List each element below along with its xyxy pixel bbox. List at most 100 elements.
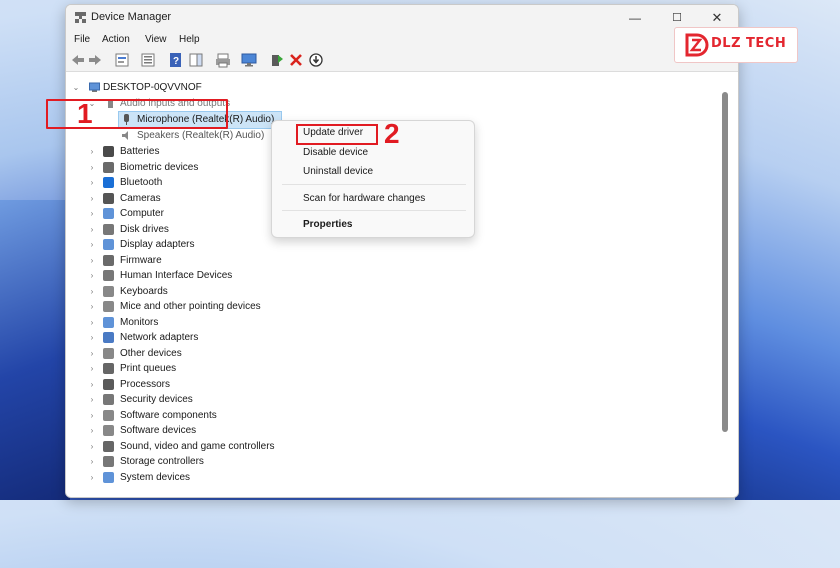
chevron-right-icon[interactable]: ›	[88, 361, 96, 376]
step1-number: 1	[77, 98, 93, 129]
forward-icon[interactable]	[87, 52, 103, 68]
tree-root-label: DESKTOP-0QVVNOF	[103, 82, 202, 93]
computer-icon	[89, 82, 100, 92]
chevron-right-icon[interactable]: ›	[88, 191, 96, 206]
tree-item-label: Software devices	[120, 425, 197, 436]
keyboard-icon	[103, 285, 114, 297]
display-adapter-icon	[103, 239, 114, 250]
help-icon[interactable]: ?	[168, 52, 184, 68]
sound-controller-icon	[103, 440, 114, 452]
bluetooth-icon	[103, 177, 114, 188]
tree-item-label: Human Interface Devices	[120, 270, 233, 281]
scrollbar[interactable]	[720, 92, 730, 432]
minimize-button[interactable]: —	[614, 5, 656, 31]
ctx-scan-hardware[interactable]: Scan for hardware changes	[303, 191, 425, 207]
tree-item-label: Security devices	[120, 394, 193, 405]
monitor-icon[interactable]	[241, 52, 257, 68]
chevron-right-icon[interactable]: ›	[88, 377, 96, 392]
properties-icon[interactable]	[114, 52, 130, 68]
scrollbar-thumb[interactable]	[722, 92, 728, 432]
tree-item-label: Bluetooth	[120, 177, 163, 188]
chevron-right-icon[interactable]: ›	[88, 144, 96, 159]
speaker-icon	[122, 131, 128, 140]
show-hidden-icon[interactable]	[140, 52, 156, 68]
tree-item-label: Cameras	[120, 192, 161, 204]
network-adapter-icon	[103, 332, 114, 343]
storage-controller-icon	[103, 456, 114, 467]
ctx-properties[interactable]: Properties	[303, 217, 352, 233]
dlz-logo-text: DLZ TECH	[711, 36, 787, 51]
other-devices-icon	[103, 347, 114, 359]
ctx-separator	[282, 184, 466, 185]
dlz-logo-icon	[685, 33, 709, 57]
chevron-right-icon[interactable]: ›	[88, 470, 96, 485]
processor-icon	[103, 378, 114, 390]
tree-item-label: Print queues	[120, 363, 177, 374]
back-icon[interactable]	[70, 52, 86, 68]
chevron-right-icon[interactable]: ›	[88, 423, 96, 438]
chevron-right-icon[interactable]: ›	[88, 439, 96, 454]
window-title: Device Manager	[91, 11, 172, 23]
ctx-uninstall-device[interactable]: Uninstall device	[303, 164, 373, 180]
chevron-right-icon[interactable]: ›	[88, 454, 96, 469]
tree-item-label: Batteries	[120, 146, 160, 157]
system-device-icon	[103, 471, 114, 483]
print-icon[interactable]	[215, 52, 231, 68]
chevron-right-icon[interactable]: ›	[88, 206, 96, 221]
scan-icon[interactable]	[308, 52, 324, 68]
menu-bar: File Action View Help	[66, 31, 738, 49]
chevron-right-icon[interactable]: ›	[88, 346, 96, 361]
svg-text:?: ?	[173, 56, 179, 67]
security-device-icon	[103, 394, 114, 405]
menu-file[interactable]: File	[74, 34, 90, 45]
menu-help[interactable]: Help	[179, 34, 200, 45]
tree-item-label: Sound, video and game controllers	[120, 440, 275, 452]
chevron-right-icon[interactable]: ›	[88, 268, 96, 283]
uninstall-icon[interactable]	[288, 52, 304, 68]
tree-item-label: Monitors	[120, 316, 159, 328]
device-manager-icon	[75, 12, 86, 23]
disk-drive-icon	[103, 223, 114, 235]
device-manager-window: Device Manager — ☐ ✕ File Action View He…	[65, 4, 739, 498]
battery-icon	[103, 146, 114, 157]
tree-item-label: Keyboards	[120, 285, 168, 297]
tree-item-label: Computer	[120, 208, 164, 219]
monitor-icon	[103, 316, 114, 328]
chevron-right-icon[interactable]: ›	[88, 299, 96, 314]
chevron-right-icon[interactable]: ›	[88, 175, 96, 190]
tree-item-label: Biometric devices	[120, 161, 199, 173]
chevron-right-icon[interactable]: ›	[88, 330, 96, 345]
tree-item-label: Storage controllers	[120, 456, 204, 467]
chevron-right-icon[interactable]: ›	[88, 284, 96, 299]
chevron-down-icon[interactable]: ⌄	[72, 80, 80, 95]
ctx-separator	[282, 210, 466, 211]
dlz-tech-logo: DLZ TECH	[674, 27, 798, 63]
chevron-right-icon[interactable]: ›	[88, 408, 96, 423]
tree-item-label: Firmware	[120, 254, 162, 266]
action-pane-icon[interactable]	[188, 52, 204, 68]
chevron-right-icon[interactable]: ›	[88, 253, 96, 268]
print-queue-icon	[103, 363, 114, 374]
camera-icon	[103, 192, 114, 204]
chevron-right-icon[interactable]: ›	[88, 160, 96, 175]
chevron-right-icon[interactable]: ›	[88, 237, 96, 252]
ctx-disable-device[interactable]: Disable device	[303, 145, 368, 161]
tree-item-label: Display adapters	[120, 239, 195, 250]
chevron-right-icon[interactable]: ›	[88, 392, 96, 407]
tree-item-label: Network adapters	[120, 332, 199, 343]
chevron-right-icon[interactable]: ›	[88, 222, 96, 237]
toolbar: ?	[66, 49, 738, 72]
firmware-icon	[103, 254, 114, 266]
menu-view[interactable]: View	[145, 34, 167, 45]
update-driver-icon[interactable]	[269, 52, 285, 68]
tree-item-label: Disk drives	[120, 223, 169, 235]
title-bar: Device Manager — ☐ ✕	[66, 5, 738, 31]
tree-item-speakers-label: Speakers (Realtek(R) Audio)	[137, 130, 265, 141]
step2-highlight-box	[296, 124, 378, 145]
tree-item-label: Processors	[120, 378, 171, 390]
chevron-right-icon[interactable]: ›	[88, 315, 96, 330]
step1-highlight-box	[46, 99, 228, 129]
step2-number: 2	[384, 118, 400, 149]
menu-action[interactable]: Action	[102, 34, 130, 45]
wallpaper-right	[735, 0, 840, 500]
